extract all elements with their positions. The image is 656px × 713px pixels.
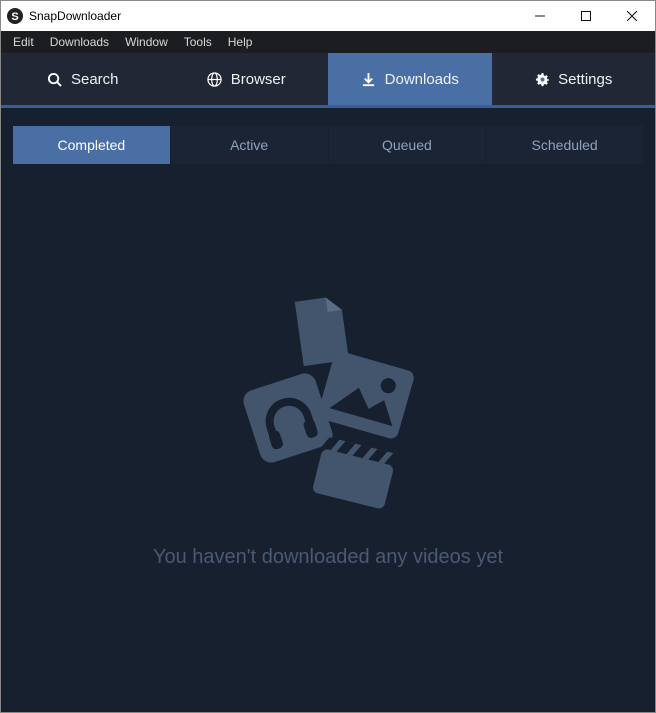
- content-area: Completed Active Queued Scheduled: [1, 108, 655, 712]
- search-icon: [47, 71, 63, 87]
- subtab-scheduled[interactable]: Scheduled: [486, 126, 643, 164]
- close-button[interactable]: [609, 1, 655, 31]
- svg-text:S: S: [11, 11, 18, 23]
- menu-bar: Edit Downloads Window Tools Help: [1, 31, 655, 53]
- maximize-button[interactable]: [563, 1, 609, 31]
- tab-label: Browser: [231, 71, 286, 88]
- titlebar: S SnapDownloader: [1, 1, 655, 31]
- subtab-active[interactable]: Active: [171, 126, 329, 164]
- globe-icon: [207, 71, 223, 87]
- empty-state: You haven't downloaded any videos yet: [13, 164, 643, 700]
- window-controls: [517, 1, 655, 31]
- tab-label: Search: [71, 71, 119, 88]
- menu-downloads[interactable]: Downloads: [42, 33, 117, 51]
- tab-label: Downloads: [385, 71, 459, 88]
- menu-window[interactable]: Window: [117, 33, 176, 51]
- menu-help[interactable]: Help: [220, 33, 261, 51]
- tab-settings[interactable]: Settings: [492, 53, 656, 105]
- sub-tabs: Completed Active Queued Scheduled: [13, 126, 643, 164]
- menu-edit[interactable]: Edit: [5, 33, 42, 51]
- gear-icon: [534, 71, 550, 87]
- app-logo-icon: S: [7, 8, 23, 24]
- tab-browser[interactable]: Browser: [165, 53, 329, 105]
- main-tabs: Search Browser Downloads Settings: [1, 53, 655, 108]
- tab-label: Settings: [558, 71, 612, 88]
- empty-illustration: [218, 296, 438, 516]
- download-icon: [361, 71, 377, 87]
- window-title: SnapDownloader: [29, 9, 121, 23]
- tab-search[interactable]: Search: [1, 53, 165, 105]
- subtab-queued[interactable]: Queued: [329, 126, 487, 164]
- subtab-completed[interactable]: Completed: [13, 126, 171, 164]
- minimize-button[interactable]: [517, 1, 563, 31]
- tab-downloads[interactable]: Downloads: [328, 53, 492, 105]
- empty-message: You haven't downloaded any videos yet: [153, 546, 503, 569]
- menu-tools[interactable]: Tools: [176, 33, 220, 51]
